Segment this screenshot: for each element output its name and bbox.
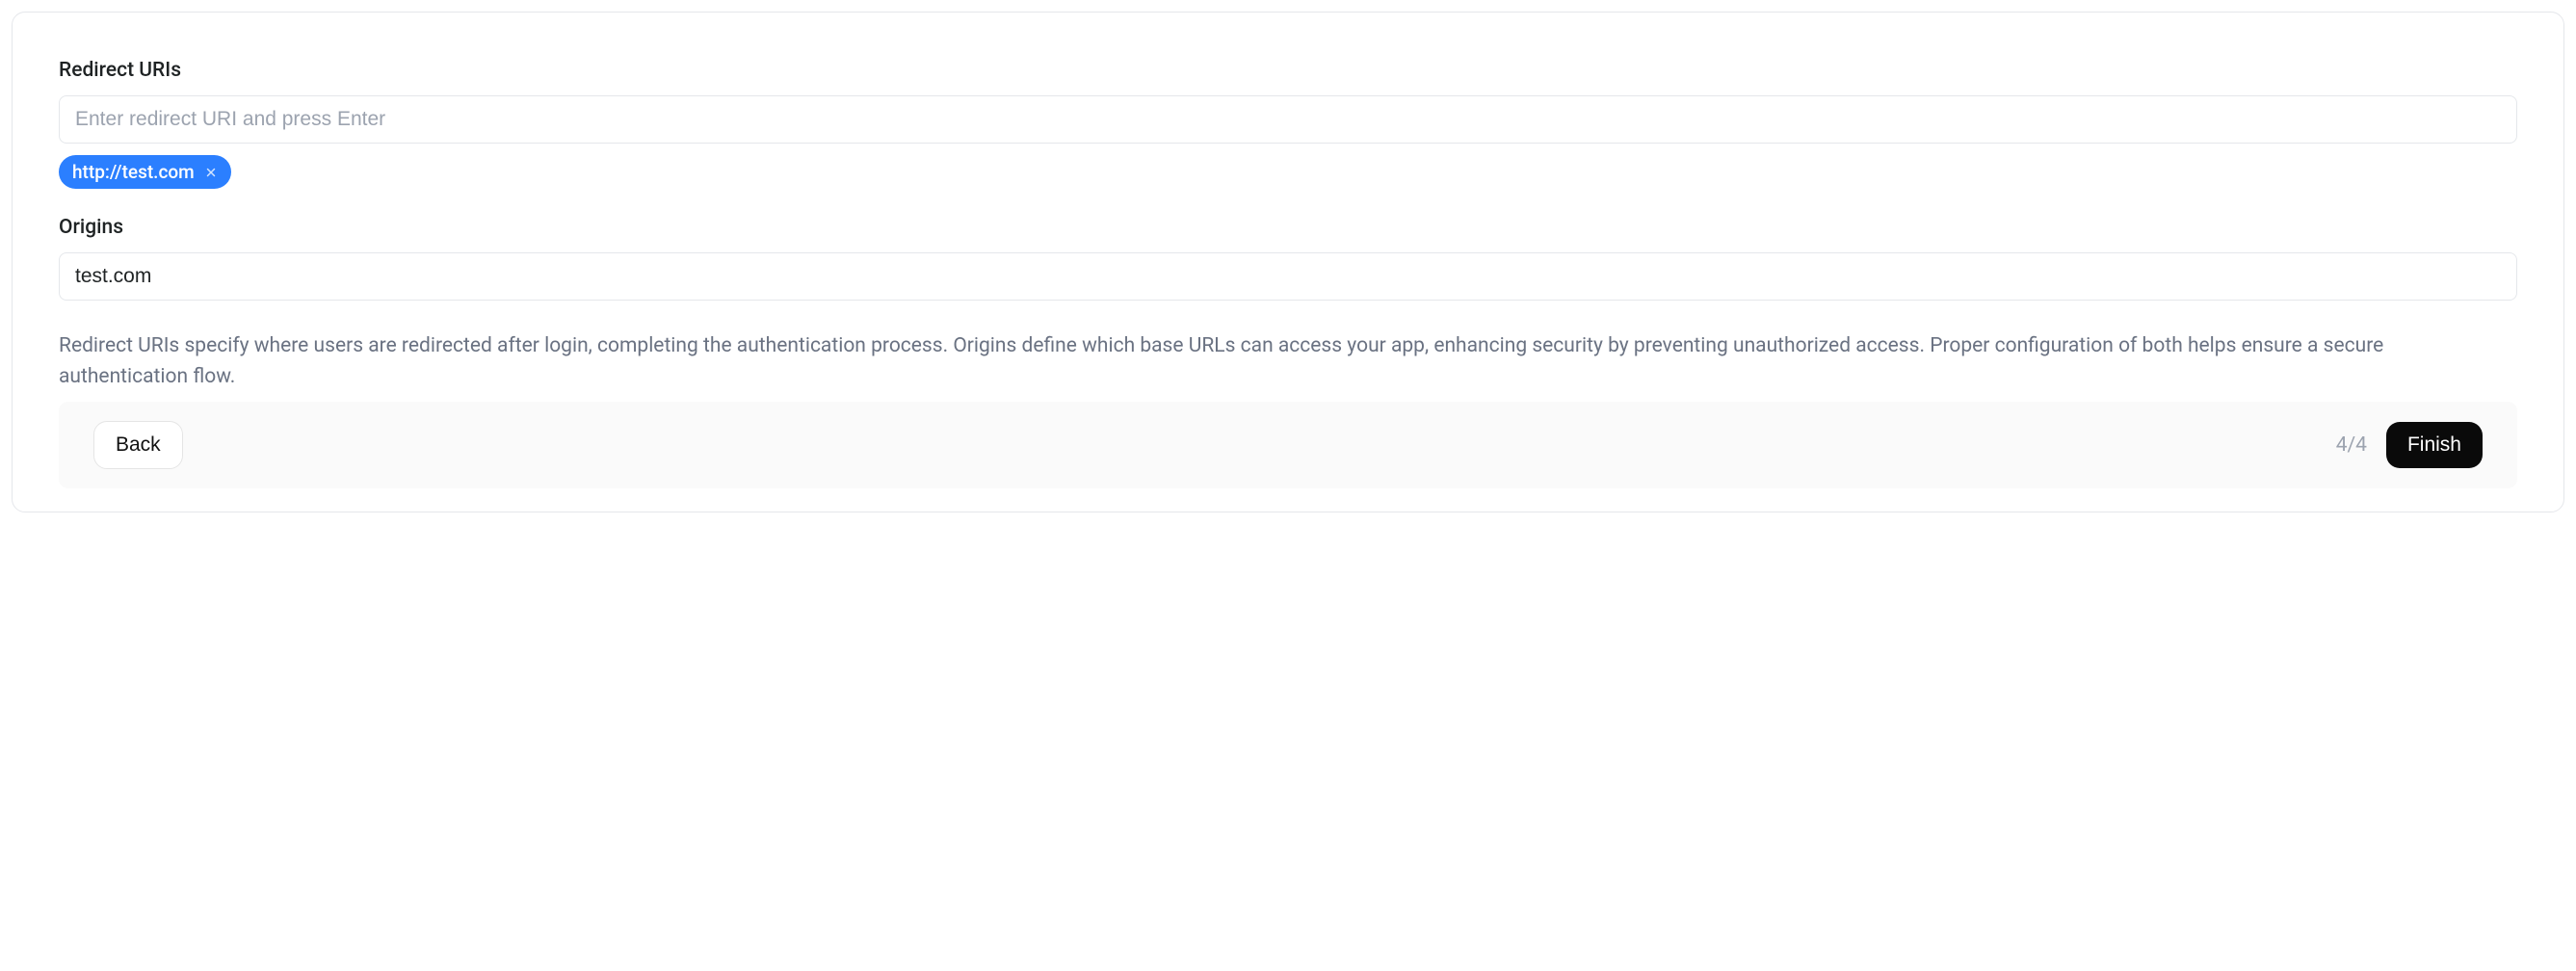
redirect-uris-input[interactable] (59, 95, 2517, 144)
redirect-uris-chips: http://test.com (59, 155, 2517, 189)
close-icon[interactable] (202, 164, 220, 181)
finish-button[interactable]: Finish (2386, 422, 2483, 468)
redirect-uri-chip: http://test.com (59, 155, 231, 189)
wizard-footer: Back 4/4 Finish (59, 402, 2517, 488)
config-card: Redirect URIs http://test.com Origins Re… (12, 12, 2564, 512)
redirect-uri-chip-text: http://test.com (72, 161, 195, 183)
help-text: Redirect URIs specify where users are re… (59, 331, 2517, 392)
origins-group: Origins (59, 216, 2517, 301)
footer-right: 4/4 Finish (2336, 422, 2483, 468)
back-button[interactable]: Back (93, 421, 183, 469)
redirect-uris-label: Redirect URIs (59, 59, 2517, 82)
origins-input[interactable] (59, 252, 2517, 301)
origins-label: Origins (59, 216, 2517, 239)
step-indicator: 4/4 (2336, 433, 2367, 457)
redirect-uris-group: Redirect URIs http://test.com (59, 59, 2517, 189)
